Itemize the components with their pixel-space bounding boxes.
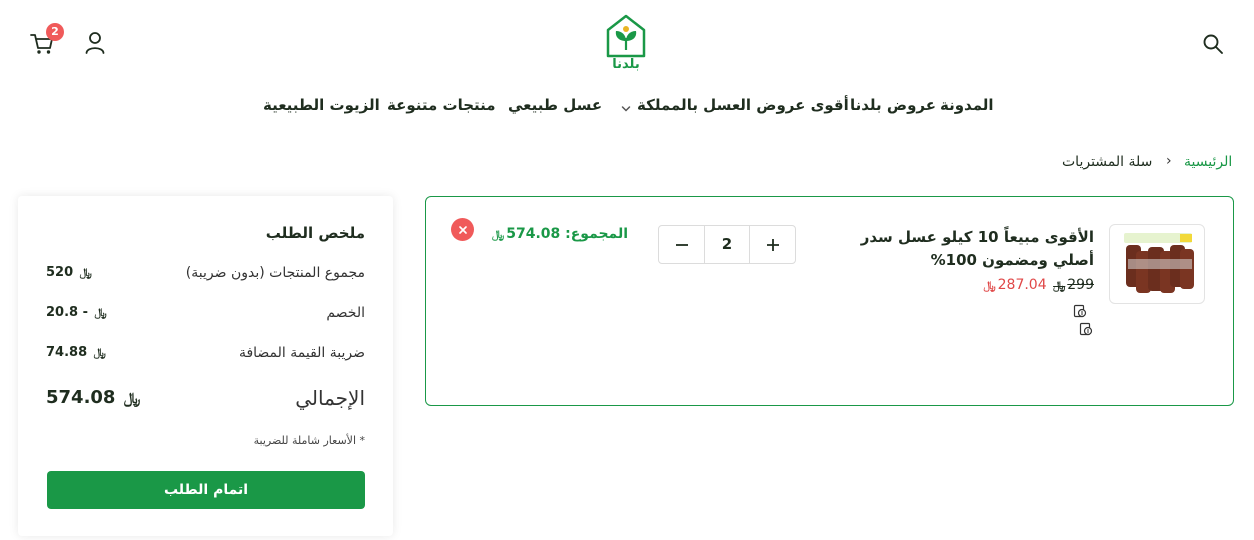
logo-icon: بلدنا: [606, 14, 646, 72]
tax-note: * الأسعار شاملة للضريبة: [253, 434, 365, 447]
riyal-icon: ﷼: [93, 346, 106, 359]
vat-value: ﷼ 74.88: [46, 345, 106, 360]
discount-label: الخصم: [326, 305, 365, 321]
nav-item-blog[interactable]: المدونة: [940, 96, 994, 114]
riyal-icon: ﷼: [123, 389, 141, 407]
user-icon: [85, 32, 105, 54]
nav-item-natural-honey[interactable]: عسل طبيعي: [508, 96, 602, 114]
checkout-button[interactable]: اتمام الطلب: [47, 471, 365, 509]
vat-label: ضريبة القيمة المضافة: [238, 345, 365, 361]
subtotal-value: ﷼ 520: [46, 265, 92, 280]
site-header: 2 بلدنا: [0, 0, 1254, 90]
product-prices: 299﷼ 287.04﷼: [960, 277, 1094, 293]
minus-icon: [675, 243, 688, 246]
subtotal-label: مجموع المنتجات (بدون ضريبة): [185, 265, 365, 281]
site-logo[interactable]: بلدنا: [604, 14, 648, 74]
search-icon: [1203, 34, 1223, 54]
chevron-down-icon[interactable]: [621, 105, 631, 113]
nav-item-various-products[interactable]: منتجات متنوعة: [387, 96, 496, 114]
riyal-icon: ﷼: [1053, 279, 1066, 292]
price-new: 287.04﷼: [983, 277, 1047, 293]
remove-item-button[interactable]: [451, 218, 474, 241]
order-summary: ملخص الطلب مجموع المنتجات (بدون ضريبة) ﷼…: [18, 196, 393, 536]
product-name[interactable]: الأقوى مبيعاً 10 كيلو عسل سدر أصلي ومضمو…: [830, 226, 1094, 272]
riyal-icon: ﷼: [492, 228, 505, 241]
grand-total-label: الإجمالي: [295, 386, 365, 410]
quantity-stepper: 2: [658, 225, 796, 264]
breadcrumb-separator: ›: [1166, 153, 1172, 169]
riyal-icon: ﷼: [983, 279, 996, 292]
search-button[interactable]: [1202, 33, 1224, 55]
product-image: [1124, 233, 1194, 293]
account-button[interactable]: [84, 31, 106, 55]
quantity-value[interactable]: 2: [705, 226, 749, 263]
item-total: المجموع: 574.08﷼: [492, 226, 628, 242]
summary-title: ملخص الطلب: [265, 224, 365, 242]
breadcrumb-current: سلة المشتريات: [1062, 154, 1153, 170]
coupon-icon: [1079, 322, 1093, 336]
close-icon: [458, 225, 467, 234]
decrease-quantity-button[interactable]: [659, 226, 705, 263]
product-thumbnail[interactable]: [1109, 224, 1205, 304]
nav-item-natural-oils[interactable]: الزيوت الطبيعية: [263, 96, 380, 114]
coupon-icon: [1073, 304, 1087, 318]
cart-count-badge: 2: [46, 23, 64, 41]
increase-quantity-button[interactable]: [749, 226, 795, 263]
breadcrumb-home[interactable]: الرئيسية: [1184, 154, 1232, 170]
riyal-icon: ﷼: [79, 266, 92, 279]
nav-item-honey-offers[interactable]: أقوى عروض العسل بالمملكة: [637, 96, 849, 114]
discount-value: ﷼ - 20.8: [46, 305, 107, 320]
grand-total-value: ﷼ 574.08: [46, 387, 141, 408]
plus-icon: [766, 238, 779, 251]
riyal-icon: ﷼: [94, 306, 107, 319]
nav-item-baladna-offers[interactable]: عروض بلدنا: [850, 96, 936, 114]
logo-wordmark: بلدنا: [612, 57, 639, 72]
price-old: 299﷼: [1053, 277, 1094, 293]
